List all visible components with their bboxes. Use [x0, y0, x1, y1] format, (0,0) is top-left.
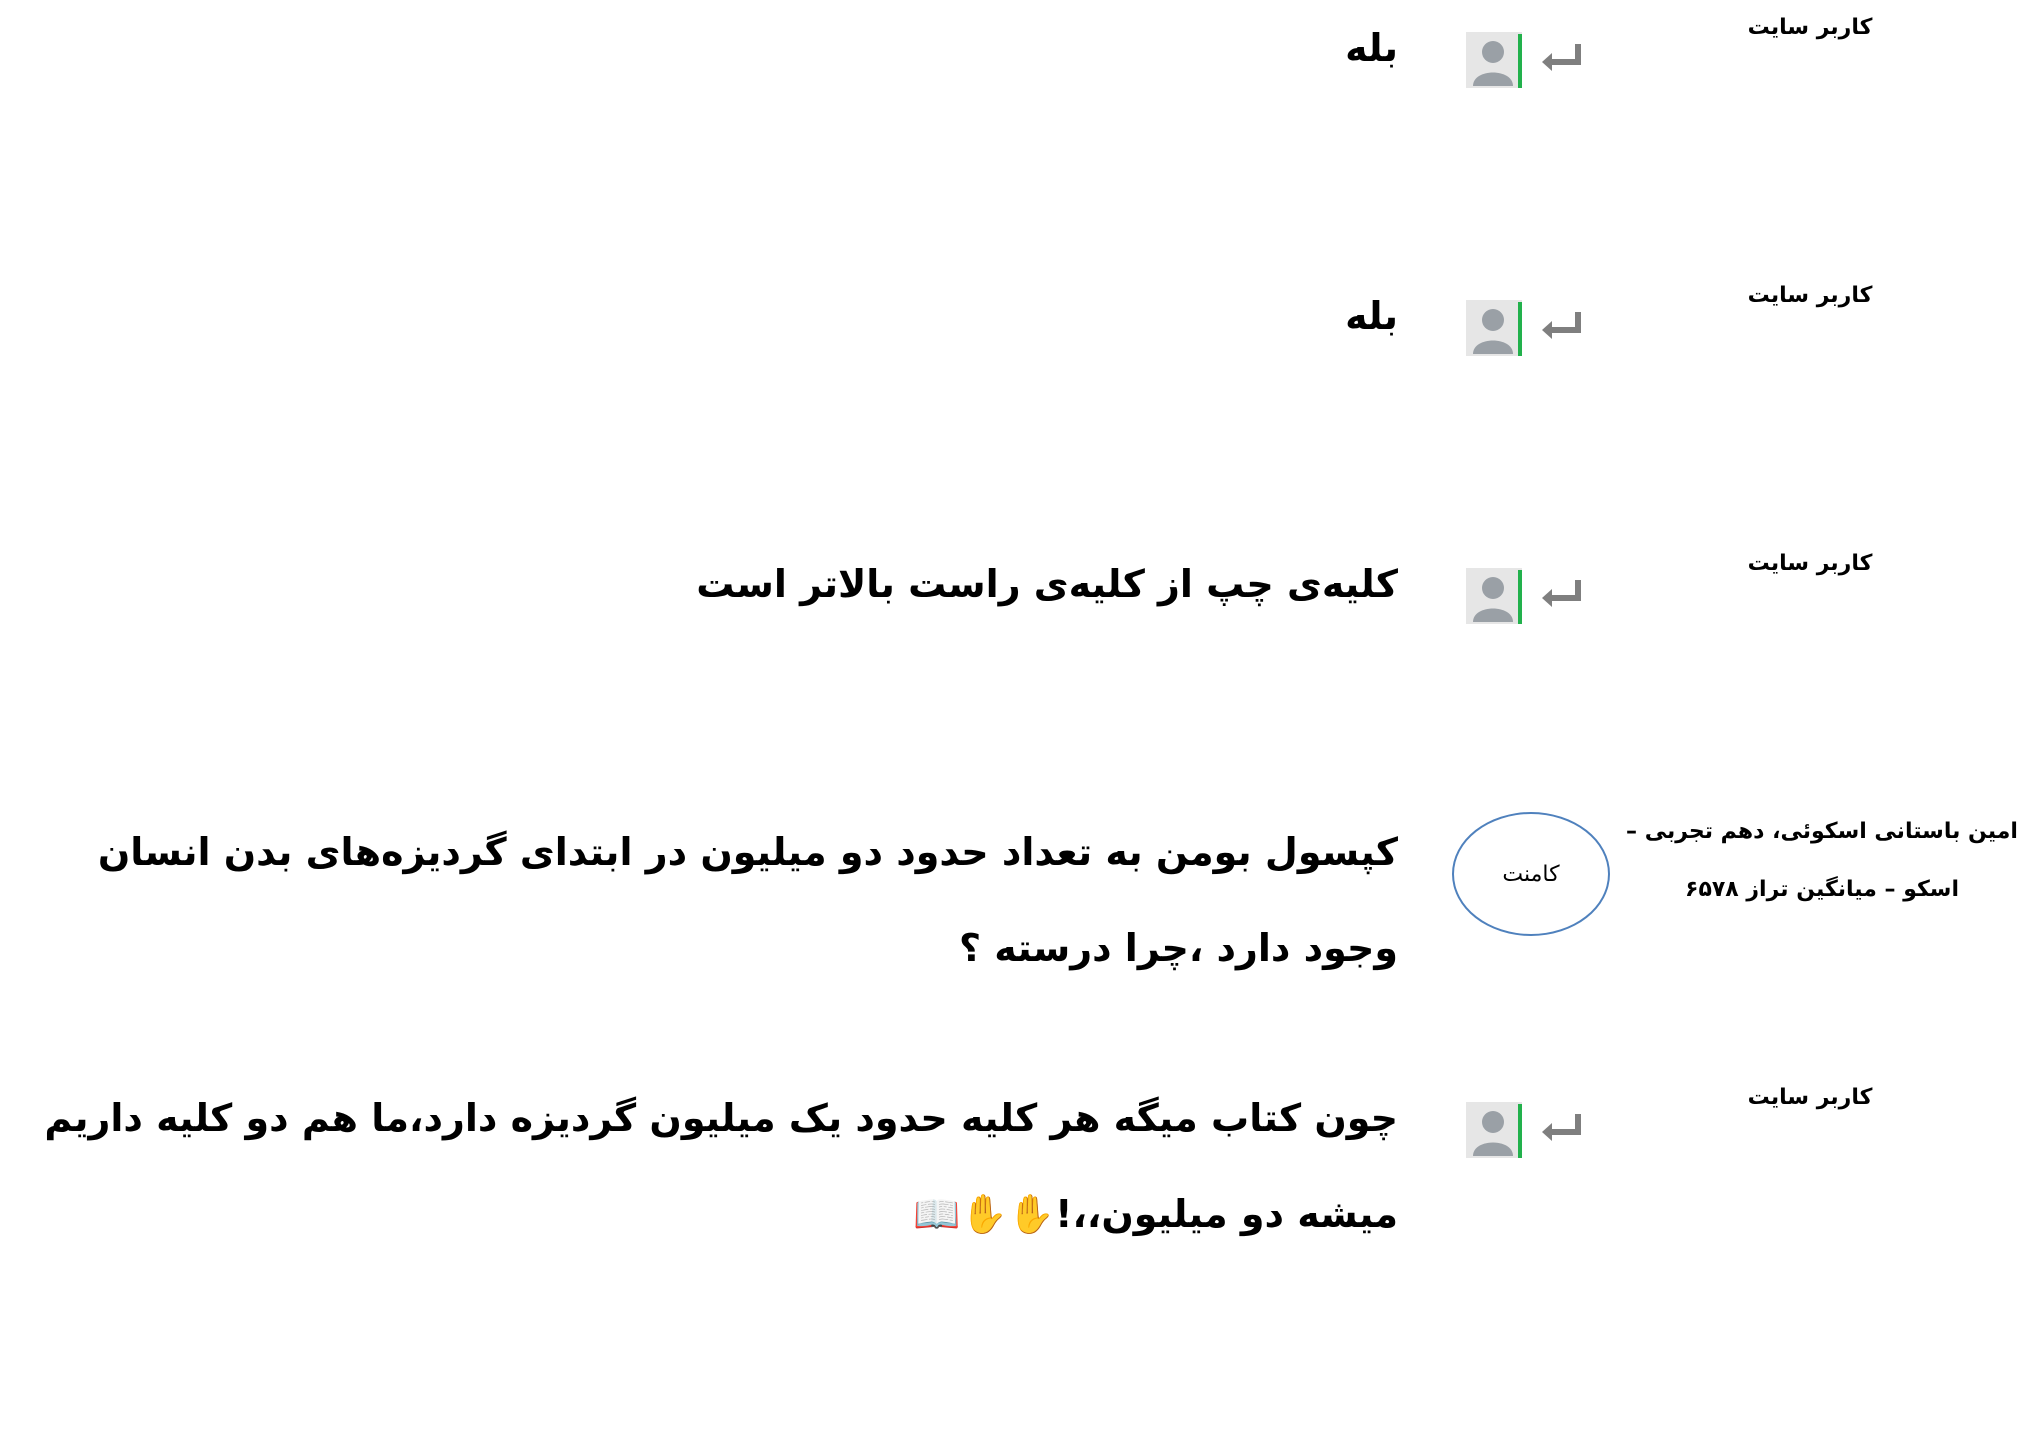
user-avatar-icon: [1466, 1102, 1522, 1158]
comment-text: بله: [1345, 294, 1398, 338]
reply-arrow-icon[interactable]: [1538, 40, 1586, 80]
comment-author: کاربر سایت: [1747, 283, 1873, 308]
comment-author: امین باستانی اسکوئی، دهم تجربی –: [1626, 819, 2018, 844]
user-avatar-icon: [1466, 300, 1522, 356]
user-avatar-icon: [1466, 568, 1522, 624]
reply-arrow-icon[interactable]: [1538, 576, 1586, 616]
comment-text: بله: [1345, 26, 1398, 70]
reply-arrow-icon[interactable]: [1538, 308, 1586, 348]
comment-author: کاربر سایت: [1747, 15, 1873, 40]
comment-author: کاربر سایت: [1747, 1085, 1873, 1110]
comment-text: چون کتاب میگه هر کلیه حدود یک میلیون گرد…: [44, 1096, 1398, 1236]
comment-badge: کامنت: [1452, 812, 1610, 936]
user-avatar-icon: [1466, 32, 1522, 88]
comment-author-detail: اسکو – میانگین تراز ۶۵۷۸: [1685, 877, 1959, 902]
comment-author: کاربر سایت: [1747, 551, 1873, 576]
reply-arrow-icon[interactable]: [1538, 1110, 1586, 1150]
comment-text: کلیه‌ی چپ از کلیه‌ی راست بالاتر است: [696, 562, 1398, 606]
comment-text: کپسول بومن به تعداد حدود دو میلیون در اب…: [97, 830, 1398, 970]
